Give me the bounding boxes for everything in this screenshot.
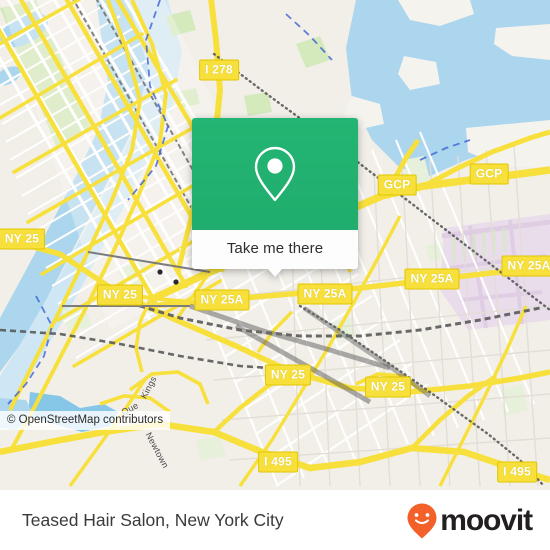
- road-shield-ny25-left: NY 25: [0, 228, 46, 250]
- popup-action-bar[interactable]: Take me there: [192, 230, 358, 269]
- bottom-info-bar: Teased Hair Salon, New York City moovit: [0, 490, 550, 550]
- road-shield-ny25a-r2: NY 25A: [501, 255, 550, 277]
- place-title: Teased Hair Salon, New York City: [22, 510, 284, 530]
- moovit-map-screen: I 278 NY 25 GCP GCP NY 25A NY 25A NY 25 …: [0, 0, 550, 550]
- osm-attribution[interactable]: © OpenStreetMap contributors: [0, 411, 171, 430]
- road-shield-ny25a-m2: NY 25A: [297, 283, 353, 305]
- location-pin-icon: [254, 146, 296, 202]
- road-shield-i495-2: I 495: [497, 461, 537, 483]
- road-shield-gcp-2: GCP: [469, 163, 509, 185]
- moovit-logo[interactable]: moovit: [406, 502, 533, 540]
- take-me-there-label: Take me there: [226, 240, 324, 257]
- place-popup-card[interactable]: Take me there: [192, 118, 358, 277]
- road-shield-ny25-low1: NY 25: [264, 364, 312, 386]
- road-shield-ny25a-m1: NY 25A: [194, 289, 250, 311]
- road-shield-i278: I 278: [199, 59, 239, 81]
- road-shield-ny25a-r1: NY 25A: [404, 268, 460, 290]
- moovit-wordmark: moovit: [440, 503, 533, 537]
- popup-pointer-tail: [267, 268, 283, 277]
- popup-image-placeholder: [192, 118, 358, 230]
- moovit-pin-icon: [407, 503, 437, 538]
- road-shield-i495-1: I 495: [258, 451, 298, 473]
- road-shield-ny25-low2: NY 25: [364, 376, 412, 398]
- map-canvas[interactable]: I 278 NY 25 GCP GCP NY 25A NY 25A NY 25 …: [0, 0, 550, 490]
- road-shield-gcp-1: GCP: [377, 174, 417, 196]
- road-shield-ny25-mid: NY 25: [96, 284, 144, 306]
